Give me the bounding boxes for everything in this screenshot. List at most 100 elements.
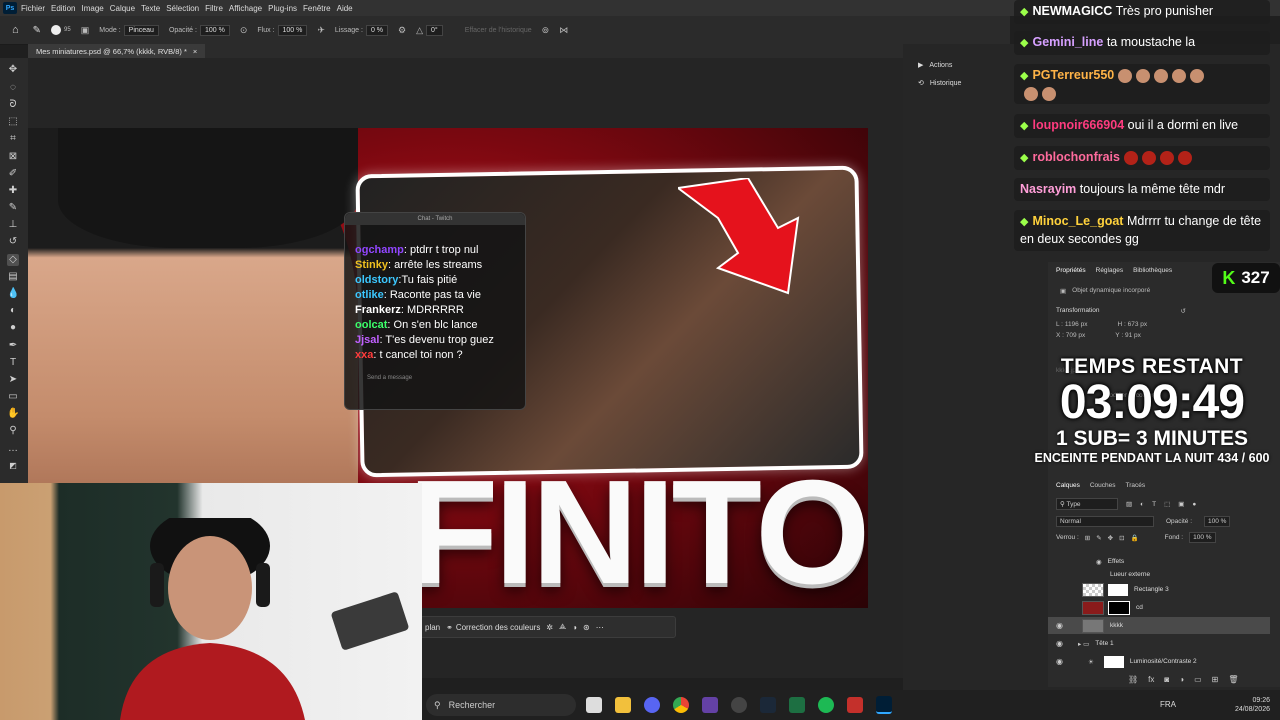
symmetry-icon[interactable]: ⋈ xyxy=(559,25,568,36)
history-brush-icon[interactable]: ↺ xyxy=(7,236,19,248)
transform-icon[interactable]: ⟁ xyxy=(559,622,566,632)
more-tools-icon[interactable]: … xyxy=(7,443,19,455)
app-grid-icon[interactable] xyxy=(702,697,718,713)
close-icon[interactable]: × xyxy=(193,47,197,56)
pressure-size-icon[interactable]: ⊚ xyxy=(542,25,550,36)
tab-bibliotheques[interactable]: Bibliothèques xyxy=(1133,267,1172,274)
layer-opacity-input[interactable]: 100 % xyxy=(1204,516,1231,527)
flow-input[interactable]: 100 % xyxy=(277,24,308,36)
object-selection-icon[interactable]: ⬚ xyxy=(7,116,19,128)
fx-icon[interactable]: fx xyxy=(1148,675,1154,684)
file-explorer-icon[interactable] xyxy=(615,697,631,713)
blur-tool-icon[interactable]: 💧 xyxy=(7,288,19,300)
steam-icon[interactable] xyxy=(760,697,776,713)
filter-pixel-icon[interactable]: ▨ xyxy=(1126,500,1132,508)
menu-image[interactable]: Image xyxy=(81,4,109,13)
crop-tool-icon[interactable]: ⌗ xyxy=(7,133,19,145)
smoothing-input[interactable]: 0 % xyxy=(365,24,388,36)
obs-icon[interactable] xyxy=(731,697,747,713)
pen-tool-icon[interactable]: ✒ xyxy=(7,340,19,352)
fill-input[interactable]: 100 % xyxy=(1189,532,1216,543)
clone-stamp-icon[interactable]: ⊥ xyxy=(7,219,19,231)
chrome-icon[interactable] xyxy=(673,697,689,713)
dodge-tool-icon[interactable]: ◐ xyxy=(7,305,19,317)
dodge-burn-icon[interactable]: ● xyxy=(7,322,19,334)
layer-row[interactable]: Rectangle 3 xyxy=(1048,581,1270,598)
y-field[interactable]: Y : 91 px xyxy=(1115,332,1141,339)
remove-background-button[interactable]: plan xyxy=(425,623,440,632)
adjust-icon[interactable]: ⊛ xyxy=(583,623,590,632)
lock-artboard-icon[interactable]: ⊡ xyxy=(1119,534,1124,542)
visibility-eye-icon[interactable]: ◉ xyxy=(1056,621,1063,630)
blend-mode-select[interactable]: Normal xyxy=(1056,516,1154,527)
layer-filter-select[interactable]: ⚲ Type xyxy=(1056,498,1118,510)
menu-calque[interactable]: Calque xyxy=(110,4,141,13)
angle-input[interactable]: 0° xyxy=(426,24,443,36)
tab-proprietes[interactable]: Propriétés xyxy=(1056,267,1086,274)
adjustment-layer-icon[interactable]: ◑ xyxy=(1179,675,1184,684)
layer-row[interactable]: ◉ ☀ Luminosité/Contraste 2 xyxy=(1048,653,1270,670)
link-layers-icon[interactable]: ⛓ xyxy=(1128,675,1138,684)
lock-position-icon[interactable]: ✥ xyxy=(1108,534,1113,542)
spotify-icon[interactable] xyxy=(818,697,834,713)
gradient-tool-icon[interactable]: ▤ xyxy=(7,271,19,283)
task-view-icon[interactable] xyxy=(586,697,602,713)
airbrush-icon[interactable]: ✈ xyxy=(317,25,325,36)
delete-layer-icon[interactable]: 🗑 xyxy=(1228,675,1238,684)
lock-all-icon[interactable]: 🔒 xyxy=(1131,534,1139,542)
home-icon[interactable]: ⌂ xyxy=(12,24,19,36)
frame-tool-icon[interactable]: ⊠ xyxy=(7,151,19,163)
height-field[interactable]: H : 673 px xyxy=(1117,321,1147,328)
tab-reglages[interactable]: Réglages xyxy=(1096,267,1123,274)
filter-text-icon[interactable]: T xyxy=(1152,501,1156,508)
path-selection-icon[interactable]: ➤ xyxy=(7,374,19,386)
filter-shape-icon[interactable]: ⬚ xyxy=(1164,500,1170,508)
eraser-tool-icon[interactable]: ✎ xyxy=(33,25,41,36)
add-mask-icon[interactable]: ◙ xyxy=(1164,675,1169,684)
tab-couches[interactable]: Couches xyxy=(1090,482,1116,489)
new-layer-icon[interactable]: ⊞ xyxy=(1212,675,1219,684)
taskbar-search[interactable]: ⚲ Rechercher xyxy=(426,694,576,716)
discord-icon[interactable] xyxy=(644,697,660,713)
layer-row[interactable]: cd xyxy=(1048,599,1270,616)
tab-calques[interactable]: Calques xyxy=(1056,482,1080,489)
x-field[interactable]: X : 709 px xyxy=(1056,332,1085,339)
rectangle-tool-icon[interactable]: ▭ xyxy=(7,391,19,403)
youtube-icon[interactable] xyxy=(847,697,863,713)
hand-tool-icon[interactable]: ✋ xyxy=(7,408,19,420)
reset-transform-icon[interactable]: ↺ xyxy=(1181,307,1186,315)
document-tab[interactable]: Mes miniatures.psd @ 66,7% (kkkk, RVB/8)… xyxy=(28,44,206,58)
filter-smart-icon[interactable]: ▣ xyxy=(1178,500,1184,508)
photoshop-taskbar-icon[interactable] xyxy=(876,696,892,714)
color-correction-button[interactable]: ⚭ Correction des couleurs xyxy=(446,623,540,632)
menu-plugins[interactable]: Plug-ins xyxy=(268,4,303,13)
menu-selection[interactable]: Sélection xyxy=(166,4,205,13)
actions-tab[interactable]: ▶ Actions xyxy=(918,58,1018,72)
effects-eye-icon[interactable]: ◉ xyxy=(1096,558,1102,566)
pressure-opacity-icon[interactable]: ⊙ xyxy=(240,25,248,36)
tab-traces[interactable]: Tracés xyxy=(1126,482,1146,489)
marquee-tool-icon[interactable]: ◌ xyxy=(7,82,19,94)
zoom-tool-icon[interactable]: ⚲ xyxy=(7,425,19,437)
language-indicator[interactable]: FRA xyxy=(1160,700,1176,709)
eraser-tool-icon[interactable]: ◇ xyxy=(7,254,19,266)
brush-size-picker[interactable]: 95 xyxy=(51,25,71,35)
layer-row-selected[interactable]: ◉ kkkk xyxy=(1048,617,1270,634)
opacity-input[interactable]: 100 % xyxy=(199,24,230,36)
menu-fenetre[interactable]: Fenêtre xyxy=(303,4,337,13)
type-tool-icon[interactable]: T xyxy=(7,357,19,369)
menu-texte[interactable]: Texte xyxy=(141,4,166,13)
lock-paint-icon[interactable]: ✎ xyxy=(1096,534,1101,542)
history-erase-checkbox[interactable]: Effacer de l'historique xyxy=(465,27,532,34)
brush-settings-icon[interactable]: ▣ xyxy=(81,25,90,36)
menu-aide[interactable]: Aide xyxy=(337,4,359,13)
visibility-eye-icon[interactable]: ◉ xyxy=(1056,639,1063,648)
more-options-icon[interactable]: ⋯ xyxy=(596,623,604,632)
new-group-icon[interactable]: ▭ xyxy=(1194,675,1202,684)
lock-pixels-icon[interactable]: ⊞ xyxy=(1085,534,1090,542)
layer-group-row[interactable]: ◉ ▸ ▭ Tête 1 xyxy=(1048,635,1270,652)
filter-adjust-icon[interactable]: ◐ xyxy=(1140,501,1144,508)
menu-affichage[interactable]: Affichage xyxy=(229,4,268,13)
settings-icon[interactable]: ✲ xyxy=(546,623,553,632)
move-tool-icon[interactable]: ✥ xyxy=(7,64,19,76)
